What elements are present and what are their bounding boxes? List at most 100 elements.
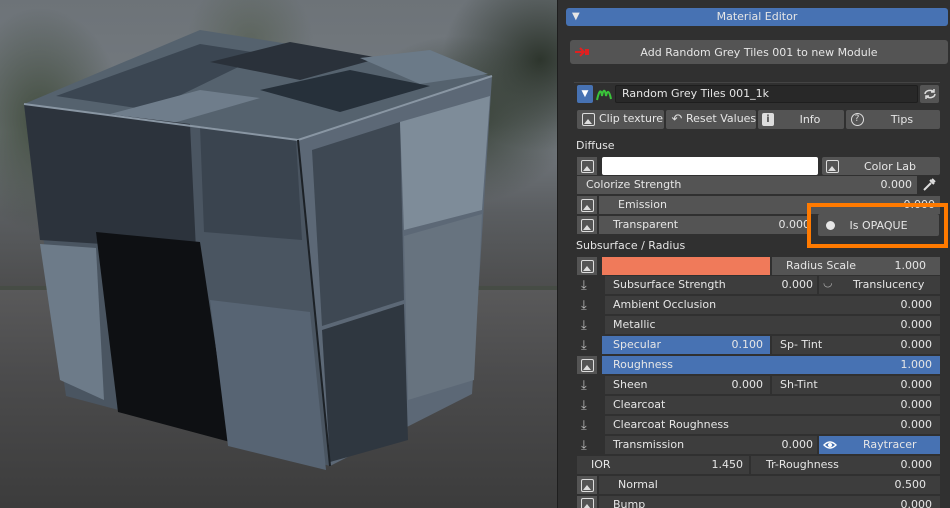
radius-scale-slider[interactable]: Radius Scale 1.000 — [772, 257, 940, 275]
diffuse-color-swatch[interactable] — [602, 157, 818, 175]
colorize-strength-value: 0.000 — [880, 178, 913, 191]
bump-value: 0.000 — [900, 498, 933, 508]
subsurface-section-label: Subsurface / Radius — [576, 239, 686, 252]
image-icon — [580, 498, 594, 508]
diffuse-section-label: Diffuse — [576, 139, 615, 152]
image-icon — [580, 478, 594, 492]
diffuse-image-button[interactable] — [577, 157, 597, 175]
tr-roughness-slider[interactable]: Tr-Roughness 0.000 — [751, 456, 940, 474]
transmission-value: 0.000 — [781, 438, 814, 451]
colorize-strength-slider[interactable]: Colorize Strength 0.000 — [577, 176, 917, 194]
image-icon — [580, 159, 594, 173]
sp-tint-label: Sp- Tint — [780, 338, 823, 351]
sp-tint-slider[interactable]: Sp- Tint 0.000 — [772, 336, 940, 354]
sheen-label: Sheen — [613, 378, 648, 391]
raytracer-label: Raytracer — [863, 438, 917, 451]
download-icon[interactable]: ⤓ — [581, 319, 587, 332]
normal-label: Normal — [618, 478, 658, 491]
reset-values-label: Reset Values — [686, 112, 757, 125]
viewport-3d[interactable] — [0, 0, 557, 508]
material-name-field[interactable]: Random Grey Tiles 001_1k — [615, 85, 918, 103]
sh-tint-label: Sh-Tint — [780, 378, 818, 391]
download-icon[interactable]: ⤓ — [581, 339, 587, 352]
is-opaque-toggle[interactable]: Is OPAQUE — [818, 214, 939, 236]
subsurface-strength-slider[interactable]: Subsurface Strength 0.000 — [605, 276, 817, 294]
clip-icon — [580, 111, 596, 127]
reset-icon: ↶ — [671, 111, 683, 127]
clip-texture-label: Clip texture — [599, 112, 664, 125]
sh-tint-value: 0.000 — [900, 378, 933, 391]
radio-icon — [822, 217, 838, 233]
download-icon[interactable]: ⤓ — [581, 279, 587, 292]
refresh-button[interactable] — [920, 85, 939, 103]
clearcoat-slider[interactable]: Clearcoat 0.000 — [605, 396, 940, 414]
curve-icon: ◡ — [823, 276, 833, 289]
info-button[interactable]: i Info — [758, 110, 844, 129]
eyedropper-icon — [923, 178, 936, 191]
ior-slider[interactable]: IOR 1.450 — [577, 456, 749, 474]
subsurface-strength-value: 0.000 — [781, 278, 814, 291]
metallic-slider[interactable]: Metallic 0.000 — [605, 316, 940, 334]
sh-tint-slider[interactable]: Sh-Tint 0.000 — [772, 376, 940, 394]
panel-title: Material Editor — [716, 10, 798, 23]
roughness-image-button[interactable] — [577, 356, 597, 374]
image-icon — [580, 198, 594, 212]
material-dropdown-toggle[interactable]: ▼ — [577, 85, 593, 103]
tr-roughness-label: Tr-Roughness — [766, 458, 839, 471]
image-icon — [580, 358, 594, 372]
clearcoat-roughness-slider[interactable]: Clearcoat Roughness 0.000 — [605, 416, 940, 434]
color-lab-button[interactable]: Color Lab — [822, 157, 940, 175]
download-icon[interactable]: ⤓ — [581, 299, 587, 312]
transmission-slider[interactable]: Transmission 0.000 — [605, 436, 817, 454]
normal-slider[interactable]: Normal 0.500 — [599, 476, 940, 494]
info-label: Info — [799, 113, 821, 126]
material-name-value: Random Grey Tiles 001_1k — [622, 87, 769, 100]
clearcoat-value: 0.000 — [900, 398, 933, 411]
clip-texture-button[interactable]: Clip texture — [577, 110, 664, 129]
translucency-toggle[interactable]: ◡ Translucency — [819, 276, 940, 294]
subsurface-image-button[interactable] — [577, 257, 597, 275]
transmission-label: Transmission — [613, 438, 685, 451]
image-icon — [580, 218, 594, 232]
material-icon — [595, 85, 613, 103]
download-icon[interactable]: ⤓ — [581, 379, 587, 392]
refresh-icon — [923, 89, 936, 99]
download-icon[interactable]: ⤓ — [581, 399, 587, 412]
tips-button[interactable]: ? Tips — [846, 110, 940, 129]
specular-value: 0.100 — [731, 338, 764, 351]
sheen-value: 0.000 — [731, 378, 764, 391]
clearcoat-roughness-value: 0.000 — [900, 418, 933, 431]
reset-values-button[interactable]: ↶ Reset Values — [666, 110, 756, 129]
panel-header[interactable]: ▼ Material Editor — [566, 8, 948, 26]
transparent-slider[interactable]: Transparent 0.000 — [599, 216, 811, 234]
image-icon — [580, 259, 594, 273]
metallic-label: Metallic — [613, 318, 656, 331]
eyedropper-button[interactable] — [919, 176, 939, 194]
download-icon[interactable]: ⤓ — [581, 439, 587, 452]
specular-slider[interactable]: Specular 0.100 — [602, 336, 770, 354]
download-icon[interactable]: ⤓ — [581, 419, 587, 432]
specular-label: Specular — [613, 338, 662, 351]
tr-roughness-value: 0.000 — [900, 458, 933, 471]
bump-image-button[interactable] — [577, 496, 597, 508]
ior-value: 1.450 — [711, 458, 744, 471]
material-preview-cube — [23, 30, 493, 470]
add-to-module-button[interactable]: Add Random Grey Tiles 001 to new Module — [570, 40, 948, 64]
tips-label: Tips — [890, 113, 914, 126]
emission-label: Emission — [618, 198, 667, 211]
color-lab-label: Color Lab — [863, 159, 917, 173]
ambient-occlusion-value: 0.000 — [900, 298, 933, 311]
transparent-image-button[interactable] — [577, 216, 597, 234]
subsurface-color-swatch[interactable] — [602, 257, 770, 275]
roughness-value: 1.000 — [900, 358, 933, 371]
normal-image-button[interactable] — [577, 476, 597, 494]
roughness-slider[interactable]: Roughness 1.000 — [602, 356, 940, 374]
emission-image-button[interactable] — [577, 196, 597, 214]
clearcoat-roughness-label: Clearcoat Roughness — [613, 418, 729, 431]
bump-slider[interactable]: Bump 0.000 — [599, 496, 940, 508]
ambient-occlusion-slider[interactable]: Ambient Occlusion 0.000 — [605, 296, 940, 314]
add-to-module-label: Add Random Grey Tiles 001 to new Module — [640, 45, 878, 59]
raytracer-toggle[interactable]: Raytracer — [819, 436, 940, 454]
translucency-label: Translucency — [853, 278, 925, 291]
sheen-slider[interactable]: Sheen 0.000 — [605, 376, 770, 394]
